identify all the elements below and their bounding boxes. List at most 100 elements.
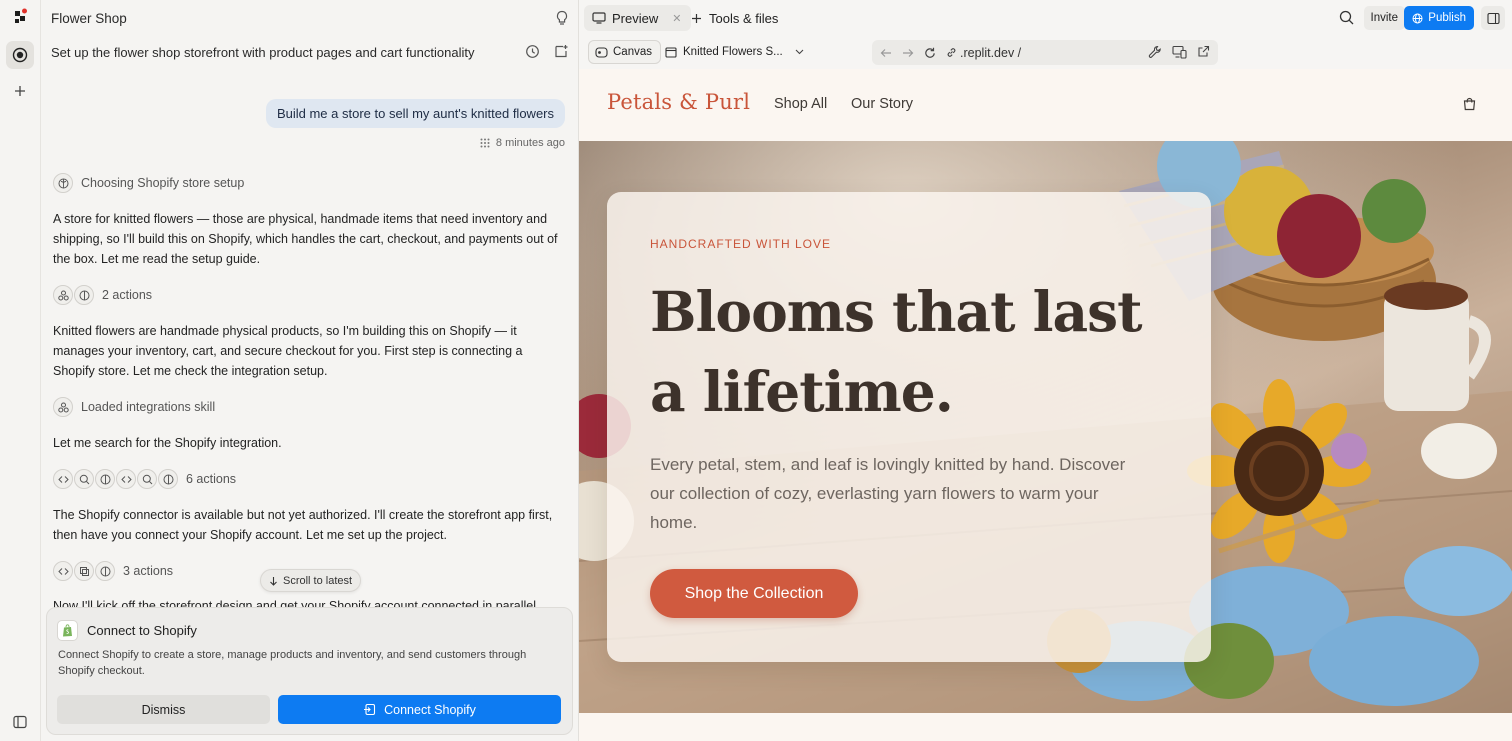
- actions-count: 2 actions: [102, 288, 153, 302]
- globe-icon: [1412, 13, 1423, 24]
- layout-icon[interactable]: [1481, 6, 1505, 30]
- agent-icon[interactable]: [6, 41, 34, 69]
- devices-icon[interactable]: [1172, 45, 1187, 59]
- code-icon: [116, 469, 136, 489]
- file-icon: [665, 46, 677, 58]
- page-select-label: Knitted Flowers S...: [683, 46, 783, 58]
- monitor-icon: [592, 12, 606, 24]
- step-label: Loaded integrations skill: [81, 400, 216, 414]
- site-nav: Petals & Purl Shop All Our Story: [579, 69, 1512, 141]
- project-title: Flower Shop: [51, 10, 127, 26]
- actions-count: 3 actions: [123, 564, 174, 578]
- card-title: Connect to Shopify: [87, 623, 197, 638]
- cart-icon[interactable]: [1463, 97, 1476, 111]
- hero-section: HANDCRAFTED WITH LOVE Blooms that last a…: [579, 141, 1512, 713]
- connect-shopify-button[interactable]: Connect Shopify: [278, 695, 561, 724]
- copy-icon: [74, 561, 94, 581]
- reload-icon[interactable]: [924, 47, 936, 59]
- agent-message: Knitted flowers are handmade physical pr…: [53, 324, 523, 378]
- plus-icon[interactable]: [6, 77, 34, 105]
- chevron-down-icon: [795, 49, 804, 55]
- hero-eyebrow: HANDCRAFTED WITH LOVE: [650, 237, 832, 251]
- actions-count: 6 actions: [186, 472, 237, 486]
- sidebar-toggle-icon[interactable]: [6, 708, 34, 736]
- replit-logo-icon[interactable]: [13, 8, 29, 24]
- scroll-to-latest-button[interactable]: Scroll to latest: [260, 569, 362, 592]
- forward-icon[interactable]: [902, 48, 914, 58]
- shopify-icon: [57, 620, 78, 641]
- site-brand[interactable]: Petals & Purl: [607, 90, 750, 114]
- shop-collection-button[interactable]: Shop the Collection: [650, 569, 858, 618]
- connect-shopify-label: Connect Shopify: [384, 702, 476, 717]
- nav-our-story[interactable]: Our Story: [851, 96, 913, 112]
- brain-icon: [53, 173, 73, 193]
- grid-icon[interactable]: [480, 138, 490, 148]
- arrow-down-icon: [269, 576, 278, 586]
- scroll-to-latest-label: Scroll to latest: [283, 574, 353, 587]
- code-icon: [53, 561, 73, 581]
- actions-group-2[interactable]: 6 actions: [53, 469, 236, 489]
- agent-message: Let me search for the Shopify integratio…: [53, 436, 282, 450]
- close-icon[interactable]: ✕: [672, 12, 681, 25]
- brain-icon: [95, 469, 115, 489]
- search-icon: [137, 469, 157, 489]
- url-text: .replit.dev /: [960, 45, 1022, 60]
- preview-panel: Preview ✕ Tools & files Invite Publish C…: [579, 0, 1512, 741]
- invite-button[interactable]: Invite: [1363, 6, 1405, 30]
- skill-icon: [53, 397, 73, 417]
- workspace-tabs: Preview ✕ Tools & files Invite Publish: [579, 0, 1512, 36]
- project-header: Flower Shop: [41, 0, 578, 36]
- back-icon[interactable]: [880, 48, 892, 58]
- hero-headline: Blooms that last a lifetime.: [650, 279, 1143, 424]
- hero-description: Every petal, stem, and leaf is lovingly …: [650, 455, 1126, 532]
- page-select[interactable]: Knitted Flowers S...: [665, 40, 804, 64]
- brain-icon: [74, 285, 94, 305]
- agent-message: A store for knitted flowers — those are …: [53, 212, 558, 266]
- left-rail: [0, 0, 41, 741]
- actions-group-1[interactable]: 2 actions: [53, 285, 152, 305]
- connect-shopify-card: Connect to Shopify Connect Shopify to cr…: [46, 607, 573, 735]
- card-description: Connect Shopify to create a store, manag…: [58, 649, 527, 677]
- message-meta: 8 minutes ago: [480, 137, 565, 149]
- publish-label: Publish: [1428, 12, 1466, 24]
- tab-preview-label: Preview: [612, 10, 659, 26]
- agent-message: The Shopify connector is available but n…: [53, 508, 553, 542]
- step-choosing-setup[interactable]: Choosing Shopify store setup: [53, 173, 244, 193]
- storefront-preview: Petals & Purl Shop All Our Story HANDCRA…: [579, 69, 1512, 741]
- dismiss-button[interactable]: Dismiss: [57, 695, 270, 724]
- publish-button[interactable]: Publish: [1404, 6, 1474, 30]
- step-label: Choosing Shopify store setup: [81, 176, 245, 190]
- search-icon: [74, 469, 94, 489]
- new-chat-icon[interactable]: [554, 44, 569, 59]
- search-icon[interactable]: [1339, 10, 1354, 25]
- user-message: Build me a store to sell my aunt's knitt…: [265, 99, 565, 128]
- bulb-icon[interactable]: [555, 10, 569, 26]
- canvas-button[interactable]: Canvas: [588, 40, 661, 64]
- url-bar[interactable]: .replit.dev /: [872, 40, 1218, 65]
- skill-icon: [53, 285, 73, 305]
- external-link-icon[interactable]: [1197, 45, 1210, 59]
- task-title: Set up the flower shop storefront with p…: [51, 45, 475, 60]
- history-icon[interactable]: [525, 44, 540, 59]
- tab-tools-files[interactable]: Tools & files: [691, 5, 778, 31]
- code-icon: [53, 469, 73, 489]
- canvas-icon: [595, 46, 608, 58]
- plus-icon: [691, 13, 702, 24]
- connect-icon: [363, 703, 376, 716]
- actions-group-3[interactable]: 3 actions: [53, 561, 173, 581]
- url-text-wrap: .replit.dev /: [946, 46, 1021, 60]
- step-loaded-skill[interactable]: Loaded integrations skill: [53, 397, 215, 417]
- task-header: Set up the flower shop storefront with p…: [41, 36, 578, 69]
- tab-preview[interactable]: Preview ✕: [584, 5, 692, 31]
- canvas-label: Canvas: [613, 46, 652, 58]
- nav-shop-all[interactable]: Shop All: [774, 96, 827, 112]
- link-icon: [946, 47, 957, 58]
- preview-toolbar: Canvas Knitted Flowers S... .replit.dev …: [579, 36, 1512, 69]
- agent-chat-panel: Flower Shop Set up the flower shop store…: [41, 0, 579, 741]
- brain-icon: [95, 561, 115, 581]
- hero-card: HANDCRAFTED WITH LOVE Blooms that last a…: [607, 192, 1211, 662]
- message-time: 8 minutes ago: [495, 137, 565, 149]
- tab-tools-label: Tools & files: [709, 10, 779, 26]
- brain-icon: [158, 469, 178, 489]
- wrench-icon[interactable]: [1148, 45, 1162, 59]
